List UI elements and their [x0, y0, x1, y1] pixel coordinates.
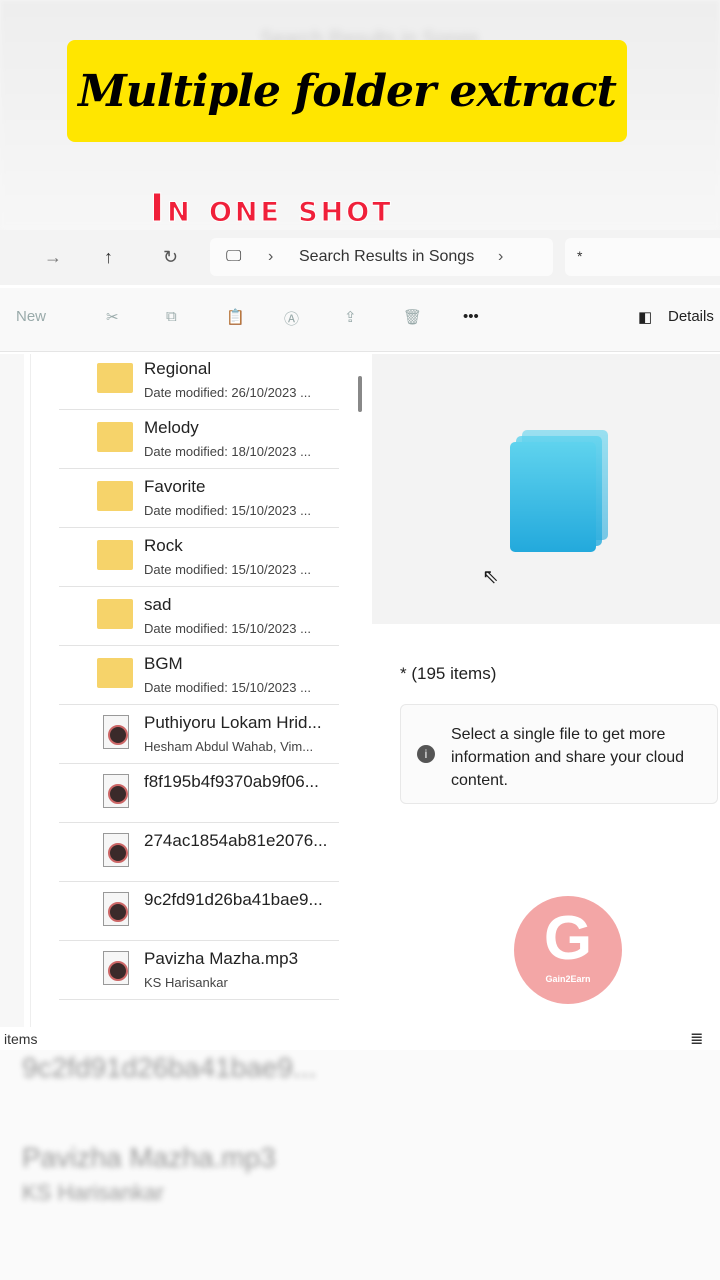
- file-list-item[interactable]: Regional Date modified: 26/10/2023 ...: [59, 354, 339, 410]
- audio-file-icon: [103, 774, 129, 808]
- file-name: Rock: [144, 536, 183, 555]
- audio-file-icon: [103, 833, 129, 867]
- file-meta: Date modified: 15/10/2023 ...: [144, 562, 311, 577]
- folder-icon: [97, 540, 133, 570]
- logo-label: Gain2Earn: [545, 974, 591, 984]
- file-list-item[interactable]: 9c2fd91d26ba41bae9...: [59, 882, 339, 941]
- overlay-subtitle: In one shot: [150, 186, 394, 231]
- file-explorer-window: → ↑ ↻ 🖵 › Search Results in Songs › * Ne…: [0, 230, 720, 1050]
- share-icon[interactable]: ⇪: [344, 308, 357, 326]
- audio-file-icon: [103, 715, 129, 749]
- file-meta: Date modified: 15/10/2023 ...: [144, 503, 311, 518]
- file-name: BGM: [144, 654, 183, 673]
- scrollbar[interactable]: [358, 376, 362, 412]
- details-button[interactable]: Details: [668, 308, 714, 325]
- file-name: Puthiyoru Lokam Hrid...: [144, 713, 322, 732]
- rename-icon[interactable]: Ⓐ: [284, 308, 299, 329]
- navigation-pane[interactable]: [0, 354, 24, 1027]
- file-list-item[interactable]: f8f195b4f9370ab9f06...: [59, 764, 339, 823]
- file-name: Regional: [144, 359, 212, 378]
- blurred-background-bottom: 9c2fd91d26ba41bae9... Pavizha Mazha.mp3 …: [0, 1050, 720, 1280]
- file-name: Pavizha Mazha.mp3: [144, 949, 299, 968]
- file-list-item[interactable]: sad Date modified: 15/10/2023 ...: [59, 587, 339, 646]
- file-list-item[interactable]: Puthiyoru Lokam Hrid... Hesham Abdul Wah…: [59, 705, 339, 764]
- info-card: i Select a single file to get more infor…: [400, 704, 718, 804]
- gain2earn-logo: G Gain2Earn: [514, 896, 622, 1004]
- more-button[interactable]: •••: [463, 308, 479, 325]
- details-pane-icon[interactable]: ◧: [638, 308, 652, 326]
- overlay-title-banner: Multiple folder extract: [67, 40, 627, 142]
- file-meta: Date modified: 18/10/2023 ...: [144, 444, 311, 459]
- file-name: 9c2fd91d26ba41bae9...: [144, 890, 323, 909]
- file-meta: Hesham Abdul Wahab, Vim...: [144, 739, 314, 754]
- logo-g: G: [543, 904, 593, 973]
- folder-icon: [97, 422, 133, 452]
- computer-icon: 🖵: [226, 248, 242, 265]
- blurred-item: 9c2fd91d26ba41bae9...: [22, 1052, 317, 1083]
- folder-icon: [97, 363, 133, 393]
- multiple-items-icon-front: [510, 442, 596, 552]
- chevron-right-icon: ›: [268, 248, 274, 265]
- file-meta: Date modified: 15/10/2023 ...: [144, 621, 311, 636]
- delete-icon[interactable]: 🗑: [403, 308, 422, 326]
- file-meta: KS Harisankar: [144, 975, 228, 990]
- cut-icon[interactable]: ✂: [106, 308, 119, 326]
- status-bar: items ≣: [0, 1027, 720, 1050]
- file-name: Melody: [144, 418, 199, 437]
- folder-icon: [97, 481, 133, 511]
- blurred-item-meta: KS Harisankar: [22, 1180, 164, 1205]
- file-name: f8f195b4f9370ab9f06...: [144, 772, 319, 791]
- command-bar: New ✂ ⧉ 📋 Ⓐ ⇪ 🗑 ••• ◧ Details: [0, 288, 720, 352]
- search-input[interactable]: *: [565, 238, 720, 276]
- item-count: items: [4, 1031, 38, 1047]
- audio-file-icon: [103, 951, 129, 985]
- refresh-icon[interactable]: ↻: [163, 247, 178, 268]
- file-list-item[interactable]: Rock Date modified: 15/10/2023 ...: [59, 528, 339, 587]
- new-button[interactable]: New: [16, 308, 46, 325]
- file-list: Regional Date modified: 26/10/2023 ... M…: [30, 354, 372, 1027]
- file-name: Favorite: [144, 477, 206, 496]
- file-list-item[interactable]: Melody Date modified: 18/10/2023 ...: [59, 410, 339, 469]
- file-name: sad: [144, 595, 172, 614]
- copy-icon[interactable]: ⧉: [166, 308, 177, 325]
- file-list-item[interactable]: Pavizha Mazha.mp3 KS Harisankar: [59, 941, 339, 1000]
- audio-file-icon: [103, 892, 129, 926]
- navigation-bar: → ↑ ↻ 🖵 › Search Results in Songs › *: [0, 230, 720, 285]
- paste-icon[interactable]: 📋: [226, 308, 245, 326]
- file-name: 274ac1854ab81e2076...: [144, 831, 328, 850]
- chevron-right-icon[interactable]: ›: [498, 248, 503, 266]
- file-meta: Date modified: 26/10/2023 ...: [144, 385, 311, 400]
- folder-icon: [97, 599, 133, 629]
- preview-area: ⇖: [372, 354, 720, 624]
- file-list-item[interactable]: BGM Date modified: 15/10/2023 ...: [59, 646, 339, 705]
- info-text: Select a single file to get more informa…: [451, 726, 685, 789]
- info-icon: i: [417, 745, 435, 763]
- selection-count: * (195 items): [400, 664, 497, 683]
- details-pane: ⇖ * (195 items) i Select a single file t…: [372, 354, 720, 1027]
- up-icon[interactable]: ↑: [104, 247, 113, 268]
- folder-icon: [97, 658, 133, 688]
- address-bar[interactable]: 🖵 › Search Results in Songs ›: [210, 238, 553, 276]
- breadcrumb[interactable]: Search Results in Songs: [299, 248, 474, 266]
- forward-icon[interactable]: →: [44, 247, 62, 268]
- file-list-item[interactable]: 274ac1854ab81e2076...: [59, 823, 339, 882]
- mouse-cursor-icon: ⇖: [482, 566, 499, 588]
- file-meta: Date modified: 15/10/2023 ...: [144, 680, 311, 695]
- list-view-icon[interactable]: ≣: [690, 1029, 703, 1049]
- file-list-item[interactable]: Favorite Date modified: 15/10/2023 ...: [59, 469, 339, 528]
- blurred-item: Pavizha Mazha.mp3: [22, 1142, 276, 1173]
